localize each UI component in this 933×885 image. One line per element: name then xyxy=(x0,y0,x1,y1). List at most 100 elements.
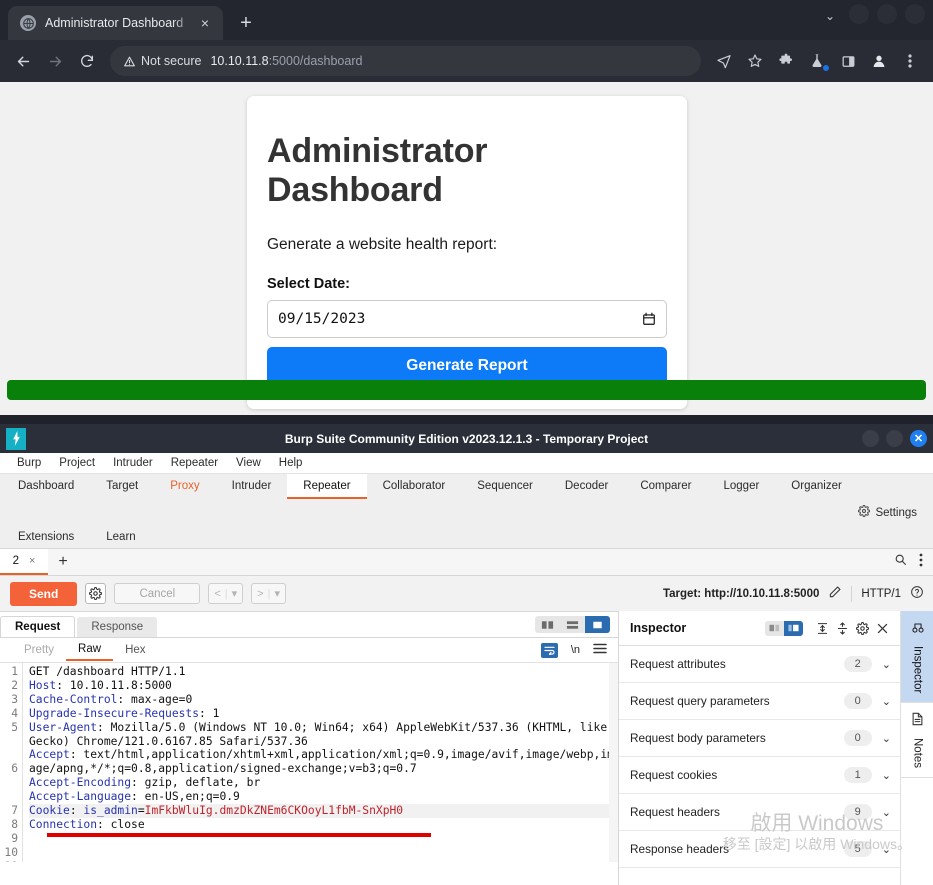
tab-organizer[interactable]: Organizer xyxy=(775,474,858,499)
burp-minimize-button[interactable] xyxy=(862,430,879,447)
chevron-down-icon[interactable]: ⌄ xyxy=(825,9,835,23)
tab-response[interactable]: Response xyxy=(77,617,158,637)
three-dot-menu-icon[interactable] xyxy=(895,46,925,76)
close-icon[interactable]: × xyxy=(29,555,35,567)
burp-close-button[interactable]: ✕ xyxy=(910,430,927,447)
side-tab-notes[interactable]: Notes xyxy=(901,703,933,779)
request-editor[interactable]: 1 2 3 4 5 6 7 8 9 10 11 12 GET /dashboar… xyxy=(0,662,618,862)
chevron-down-icon[interactable]: ⌄ xyxy=(882,806,891,819)
side-tab-inspector[interactable]: Inspector xyxy=(901,611,933,704)
chevron-down-icon[interactable]: ⌄ xyxy=(882,695,891,708)
menu-item-repeater[interactable]: Repeater xyxy=(162,457,227,469)
cancel-button[interactable]: Cancel xyxy=(114,583,201,604)
format-hex[interactable]: Hex xyxy=(113,641,157,660)
close-window-button[interactable] xyxy=(905,4,925,24)
word-wrap-icon[interactable] xyxy=(540,642,558,658)
chevron-down-icon[interactable]: ⌄ xyxy=(882,732,891,745)
gear-icon[interactable] xyxy=(852,621,872,635)
url-path: :5000/dashboard xyxy=(268,54,363,68)
previous-request-button[interactable]: < | ▾ xyxy=(208,583,244,604)
add-repeater-tab-button[interactable]: + xyxy=(48,549,78,575)
address-bar[interactable]: Not secure 10.10.11.8:5000/dashboard xyxy=(110,46,701,76)
tab-logger[interactable]: Logger xyxy=(707,474,775,499)
header-value: en-US,en;q=0.9 xyxy=(144,790,240,804)
tab-decoder[interactable]: Decoder xyxy=(549,474,624,499)
side-by-side-icon[interactable] xyxy=(535,616,560,633)
inspector-section-response-headers[interactable]: Response headers 5 ⌄ xyxy=(619,831,900,868)
menu-item-intruder[interactable]: Intruder xyxy=(104,457,162,469)
format-raw[interactable]: Raw xyxy=(66,640,114,661)
three-dot-menu-icon[interactable] xyxy=(919,553,923,572)
menu-item-project[interactable]: Project xyxy=(50,457,104,469)
tab-proxy[interactable]: Proxy xyxy=(154,474,215,499)
date-input[interactable]: 09/15/2023 xyxy=(267,300,667,338)
tab-learn[interactable]: Learn xyxy=(90,525,151,548)
format-pretty[interactable]: Pretty xyxy=(12,641,66,660)
tab-sequencer[interactable]: Sequencer xyxy=(461,474,549,499)
send-button[interactable]: Send xyxy=(10,581,78,606)
question-circle-icon[interactable] xyxy=(910,585,924,602)
inspector-body: Inspector Request attributes 2 ⌄ Request… xyxy=(619,611,900,885)
http-version-label[interactable]: HTTP/1 xyxy=(861,588,901,600)
tab-extensions[interactable]: Extensions xyxy=(2,525,90,548)
person-icon[interactable] xyxy=(864,46,894,76)
not-secure-indicator[interactable]: Not secure xyxy=(123,54,201,68)
section-label: Request body parameters xyxy=(630,731,766,745)
burp-window-title: Burp Suite Community Edition v2023.12.1.… xyxy=(284,431,649,446)
split-right-icon[interactable] xyxy=(784,620,803,636)
side-panel-icon[interactable] xyxy=(833,46,863,76)
section-count: 9 xyxy=(843,804,872,820)
inspector-section-request-attributes[interactable]: Request attributes 2 ⌄ xyxy=(619,646,900,683)
single-icon[interactable] xyxy=(585,616,610,633)
side-tab-label: Notes xyxy=(911,738,924,769)
burp-maximize-button[interactable] xyxy=(886,430,903,447)
chevron-down-icon[interactable]: ⌄ xyxy=(882,769,891,782)
inspector-section-request-body-parameters[interactable]: Request body parameters 0 ⌄ xyxy=(619,720,900,757)
close-icon[interactable] xyxy=(872,622,892,635)
menu-item-view[interactable]: View xyxy=(227,457,270,469)
gear-icon[interactable] xyxy=(85,583,107,604)
new-tab-button[interactable]: + xyxy=(229,6,263,40)
chevron-down-icon[interactable]: ⌄ xyxy=(882,658,891,671)
page-viewport: Administrator Dashboard Generate a websi… xyxy=(0,82,933,415)
browser-tab[interactable]: Administrator Dashboard × xyxy=(8,6,223,40)
puzzle-icon[interactable] xyxy=(771,46,801,76)
tab-comparer[interactable]: Comparer xyxy=(624,474,707,499)
tab-dashboard[interactable]: Dashboard xyxy=(2,474,90,499)
section-label: Request headers xyxy=(630,805,720,819)
tab-collaborator[interactable]: Collaborator xyxy=(367,474,462,499)
split-left-icon[interactable] xyxy=(765,620,784,636)
next-request-button[interactable]: > | ▾ xyxy=(251,583,286,604)
expand-all-icon[interactable] xyxy=(812,622,832,635)
share-icon[interactable] xyxy=(709,46,739,76)
minimize-button[interactable] xyxy=(849,4,869,24)
search-icon[interactable] xyxy=(894,553,907,571)
tab-target[interactable]: Target xyxy=(90,474,154,499)
flask-icon[interactable] xyxy=(802,46,832,76)
request-scrollbar[interactable] xyxy=(609,663,618,862)
menu-item-help[interactable]: Help xyxy=(270,457,312,469)
chevron-down-icon[interactable]: ⌄ xyxy=(882,843,891,856)
inspector-section-request-query-parameters[interactable]: Request query parameters 0 ⌄ xyxy=(619,683,900,720)
close-icon[interactable]: × xyxy=(195,16,215,30)
forward-icon[interactable] xyxy=(40,46,70,76)
tab-request[interactable]: Request xyxy=(0,616,76,637)
collapse-all-icon[interactable] xyxy=(832,621,852,635)
inspector-section-request-cookies[interactable]: Request cookies 1 ⌄ xyxy=(619,757,900,794)
pencil-icon[interactable] xyxy=(828,585,842,602)
calendar-icon[interactable] xyxy=(642,312,656,326)
star-icon[interactable] xyxy=(740,46,770,76)
tab-intruder[interactable]: Intruder xyxy=(216,474,288,499)
reload-icon[interactable] xyxy=(72,46,102,76)
newline-icon[interactable]: \n xyxy=(571,644,580,656)
maximize-button[interactable] xyxy=(877,4,897,24)
stacked-icon[interactable] xyxy=(560,616,585,633)
inspector-section-request-headers[interactable]: Request headers 9 ⌄ xyxy=(619,794,900,831)
menu-item-burp[interactable]: Burp xyxy=(8,457,50,469)
back-icon[interactable] xyxy=(8,46,38,76)
hamburger-menu-icon[interactable] xyxy=(593,641,607,659)
repeater-tab-2[interactable]: 2 × xyxy=(0,549,48,575)
tab-repeater[interactable]: Repeater xyxy=(287,474,367,499)
tab-settings[interactable]: Settings xyxy=(842,499,933,525)
request-raw-text[interactable]: GET /dashboard HTTP/1.1 Host: 10.10.11.8… xyxy=(22,663,618,862)
